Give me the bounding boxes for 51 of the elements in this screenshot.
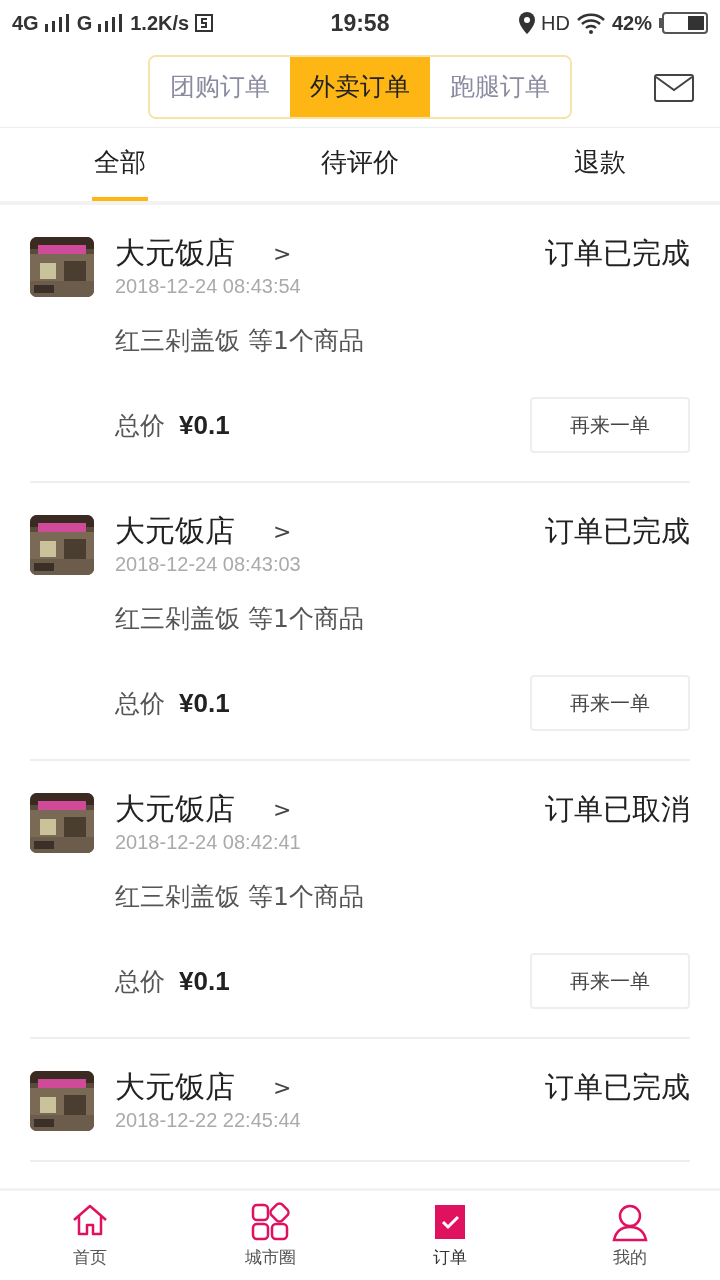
speed-label: 1.2K/s xyxy=(130,11,190,35)
filter-tab[interactable]: 待评价 xyxy=(319,128,401,201)
store-name[interactable]: 大元饭店 xyxy=(115,233,235,273)
total-label: 总价 xyxy=(115,409,165,442)
order-items: 红三剁盖饭 等1个商品 xyxy=(115,325,365,357)
notification-icon xyxy=(195,14,214,32)
nav-tab[interactable]: 订单 xyxy=(430,1202,470,1269)
network-label: 4G xyxy=(12,11,39,35)
total-label: 总价 xyxy=(115,965,165,998)
person-icon xyxy=(610,1202,650,1242)
order-status: 订单已取消 xyxy=(545,791,690,828)
filter-tab[interactable]: 退款 xyxy=(572,128,628,201)
total-price: ¥0.1 xyxy=(179,409,231,441)
battery-label: 42% xyxy=(612,11,652,35)
order-items: 红三剁盖饭 等1个商品 xyxy=(115,881,365,913)
order-time: 2018-12-24 08:43:54 xyxy=(115,275,302,298)
order-status: 订单已完成 xyxy=(545,513,690,550)
nav-tab[interactable]: 首页 xyxy=(70,1202,110,1269)
location-icon xyxy=(519,12,536,34)
chevron-icon[interactable]: > xyxy=(273,1074,292,1100)
total-label: 总价 xyxy=(115,687,165,720)
total-price: ¥0.1 xyxy=(179,687,231,719)
hd-label: HD xyxy=(541,11,570,35)
order-type-tab[interactable]: 外卖订单 xyxy=(290,56,430,117)
order-time: 2018-12-22 22:45:44 xyxy=(115,1109,302,1132)
battery-icon xyxy=(658,11,708,35)
chevron-icon[interactable]: > xyxy=(273,240,292,266)
order-time: 2018-12-24 08:43:03 xyxy=(115,553,302,576)
wifi-icon xyxy=(576,12,606,34)
reorder-button[interactable]: 再来一单 xyxy=(530,397,690,453)
store-name[interactable]: 大元饭店 xyxy=(115,789,235,829)
chevron-icon[interactable]: > xyxy=(273,796,292,822)
signal-icon xyxy=(44,14,71,32)
clock: 19:58 xyxy=(330,9,390,37)
nav-tab[interactable]: 城市圈 xyxy=(244,1202,296,1269)
order-status: 订单已完成 xyxy=(545,1069,690,1106)
network-label: G xyxy=(76,11,93,35)
reorder-button[interactable]: 再来一单 xyxy=(530,953,690,1009)
order-items: 红三剁盖饭 等1个商品 xyxy=(115,603,365,635)
chevron-icon[interactable]: > xyxy=(273,518,292,544)
grid-icon xyxy=(250,1202,290,1242)
signal-icon xyxy=(98,14,125,32)
store-name[interactable]: 大元饭店 xyxy=(115,511,235,551)
order-status: 订单已完成 xyxy=(545,235,690,272)
store-name[interactable]: 大元饭店 xyxy=(115,1067,235,1107)
reorder-button[interactable]: 再来一单 xyxy=(530,675,690,731)
total-price: ¥0.1 xyxy=(179,965,231,997)
order-time: 2018-12-24 08:42:41 xyxy=(115,831,302,854)
nav-tab[interactable]: 我的 xyxy=(610,1202,650,1269)
mail-icon[interactable] xyxy=(654,74,694,102)
filter-tab[interactable]: 全部 xyxy=(92,128,148,201)
